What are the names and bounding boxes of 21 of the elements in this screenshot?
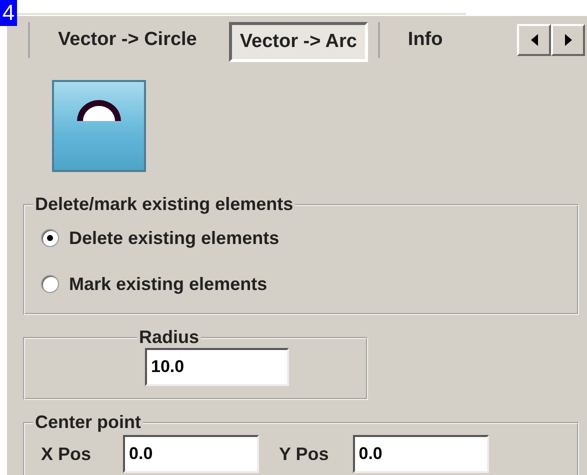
tab[interactable]: Vector -> Arc	[228, 22, 368, 62]
position-input-field[interactable]: 0.0	[123, 435, 260, 473]
radio-button[interactable]	[41, 229, 59, 247]
left-triangle-icon	[530, 34, 538, 46]
arc-tool-button[interactable]	[52, 80, 146, 172]
tab[interactable]: Vector -> Circle	[28, 22, 219, 58]
radio-button[interactable]	[41, 275, 59, 293]
position-input-field[interactable]: 0.0	[352, 435, 489, 473]
group-title: Radius	[138, 327, 200, 348]
radio-option[interactable]: Mark existing elements	[41, 261, 577, 307]
field-label: X Pos	[41, 444, 92, 464]
page-number-badge: 4	[0, 0, 17, 26]
scroll-left-button[interactable]	[517, 24, 551, 56]
right-triangle-icon	[564, 34, 572, 46]
group-title: Center point	[34, 412, 142, 433]
radio-option[interactable]: Delete existing elements	[41, 215, 577, 261]
tab[interactable]: Info	[378, 22, 465, 58]
scroll-right-button[interactable]	[551, 24, 585, 56]
group-title: Delete/mark existing elements	[34, 194, 294, 215]
field-label: Y Pos	[279, 444, 329, 464]
radius-input-field[interactable]: 10.0	[145, 348, 289, 386]
